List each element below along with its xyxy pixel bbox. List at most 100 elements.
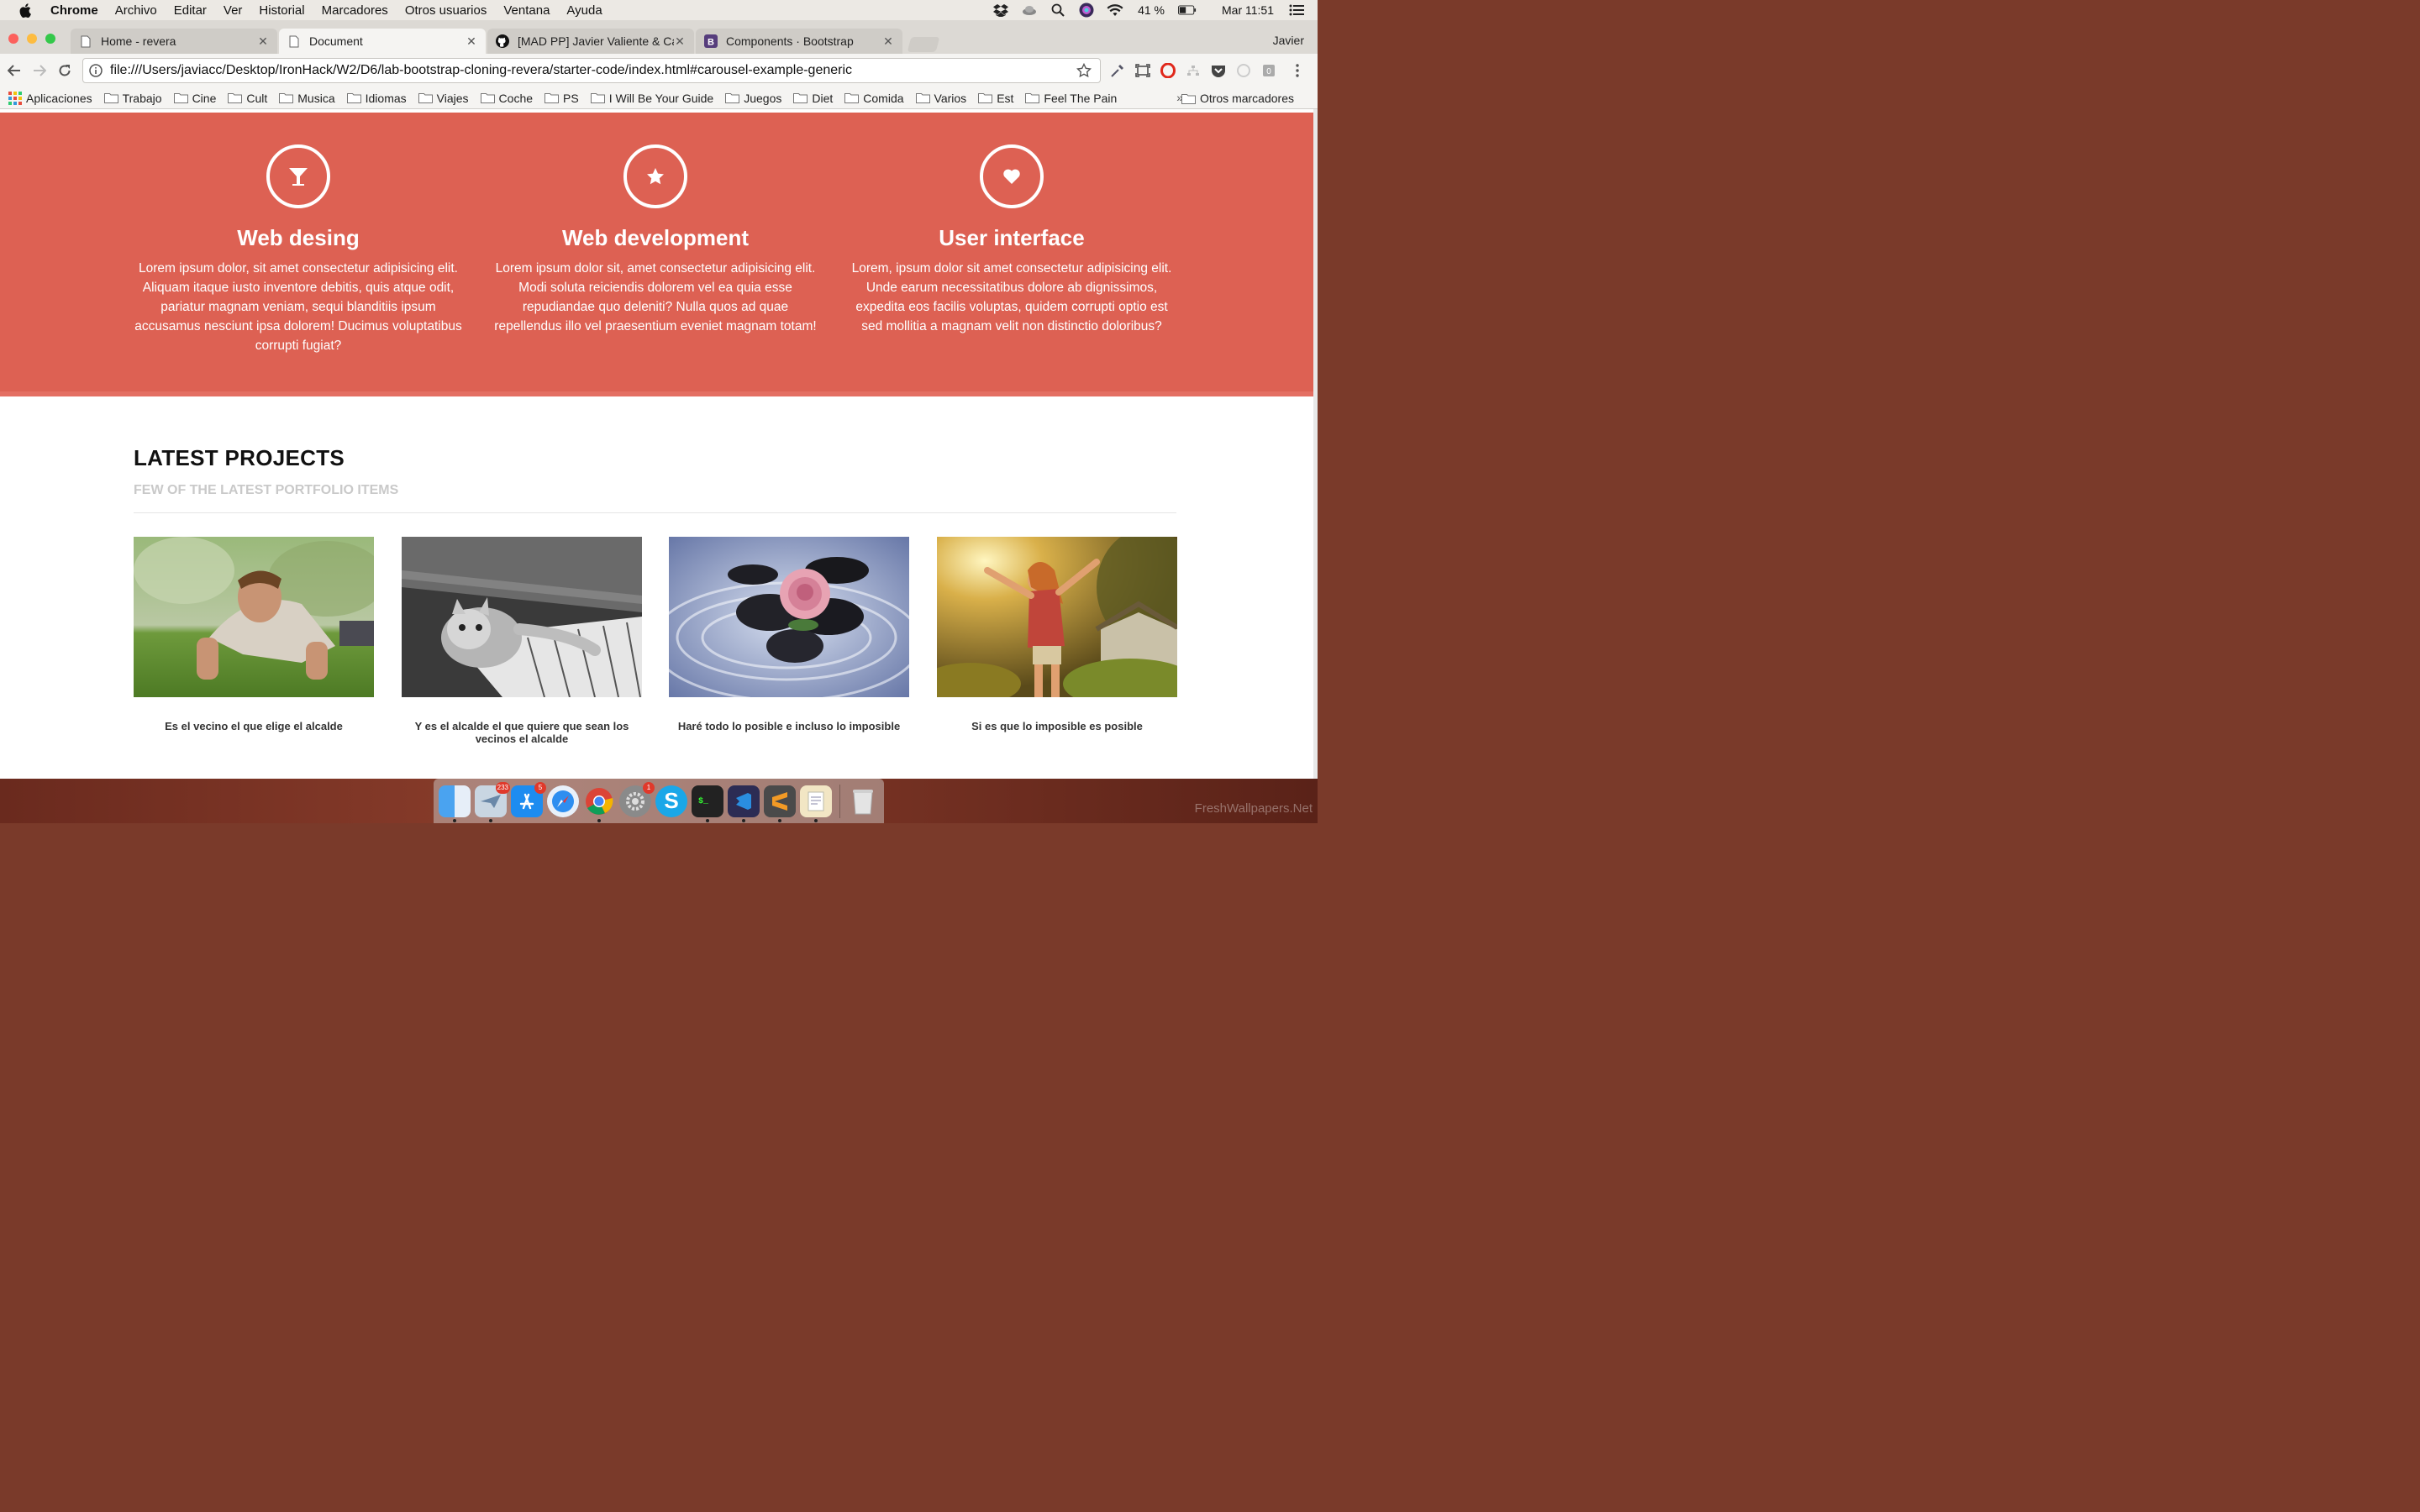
bookmark-label: Coche [498, 91, 534, 105]
project-card[interactable]: Y es el alcalde el que quiere que sean l… [402, 537, 642, 745]
menu-ayuda[interactable]: Ayuda [566, 3, 602, 18]
sitemap-extension-icon[interactable] [1183, 60, 1203, 81]
maximize-window-button[interactable] [45, 34, 55, 44]
finder-icon[interactable] [439, 785, 471, 822]
tab-document[interactable]: Document ✕ [279, 29, 486, 54]
bookmark-folder-musica[interactable]: Musica [279, 92, 335, 105]
section-divider [134, 512, 1176, 513]
battery-icon[interactable] [1178, 1, 1197, 19]
hat-icon[interactable] [1020, 1, 1039, 19]
bookmark-folder-ps[interactable]: PS [544, 92, 579, 105]
project-image-kitten-piano[interactable] [402, 537, 642, 697]
reload-button[interactable] [52, 58, 77, 83]
bookmark-folder-trabajo[interactable]: Trabajo [103, 92, 162, 105]
project-caption: Haré todo lo posible e incluso lo imposi… [677, 720, 901, 732]
bookmark-other-bookmarks[interactable]: Otros marcadores [1181, 87, 1294, 109]
menu-archivo[interactable]: Archivo [115, 3, 157, 18]
folder-icon [1181, 93, 1196, 104]
bookmark-folder-feel-the-pain[interactable]: Feel The Pain [1025, 92, 1117, 105]
bookmark-apps[interactable]: Aplicaciones [8, 91, 92, 105]
project-card[interactable]: Es el vecino el que elige el alcalde [134, 537, 374, 732]
menu-ver[interactable]: Ver [224, 3, 243, 18]
bookmark-folder-cult[interactable]: Cult [228, 92, 267, 105]
bookmark-star-icon[interactable] [1075, 61, 1093, 80]
bookmark-folder-viajes[interactable]: Viajes [418, 92, 469, 105]
bookmarks-bar: Aplicaciones Trabajo Cine Cult Musica Id… [0, 87, 1318, 109]
forward-button[interactable] [27, 58, 52, 83]
notification-center-icon[interactable] [1287, 1, 1306, 19]
apple-icon[interactable] [17, 2, 34, 18]
section-subtitle: FEW OF THE LATEST PORTFOLIO ITEMS [134, 483, 399, 497]
bookmark-folder-cine[interactable]: Cine [173, 92, 216, 105]
info-icon[interactable] [88, 63, 103, 78]
page-scrollbar[interactable] [1313, 109, 1318, 779]
terminal-icon[interactable]: $_ [692, 785, 723, 822]
close-tab-icon[interactable]: ✕ [466, 34, 477, 49]
mac-menubar: Chrome Archivo Editar Ver Historial Marc… [0, 0, 1318, 20]
safari-icon[interactable] [547, 785, 579, 817]
bookmark-folder-guide[interactable]: I Will Be Your Guide [590, 92, 713, 105]
tab-home-revera[interactable]: Home - revera ✕ [71, 29, 277, 54]
bookmark-folder-diet[interactable]: Diet [793, 92, 833, 105]
eyedropper-extension-icon[interactable] [1107, 60, 1128, 81]
pocket-extension-icon[interactable] [1208, 60, 1228, 81]
bookmark-folder-varios[interactable]: Varios [915, 92, 966, 105]
profile-name[interactable]: Javier [1273, 34, 1304, 47]
minimize-window-button[interactable] [27, 34, 37, 44]
json-extension-icon[interactable]: 0 [1259, 60, 1279, 81]
dropbox-icon[interactable] [992, 1, 1010, 19]
tab-github[interactable]: [MAD PP] Javier Valiente & Ca ✕ [487, 29, 694, 54]
project-image-pushup[interactable] [134, 537, 374, 697]
bookmark-folder-est[interactable]: Est [978, 92, 1013, 105]
bookmark-label: Feel The Pain [1044, 91, 1118, 105]
tab-bootstrap[interactable]: B Components · Bootstrap ✕ [696, 29, 902, 54]
close-tab-icon[interactable]: ✕ [882, 34, 894, 49]
project-image-rose-stones[interactable] [669, 537, 909, 697]
back-button[interactable] [2, 58, 27, 83]
project-image-woman-sunset[interactable] [937, 537, 1177, 697]
chrome-menu-icon[interactable] [1287, 60, 1307, 81]
mail-icon[interactable]: 233 [475, 781, 510, 822]
project-card[interactable]: Si es que lo imposible es posible [937, 537, 1177, 732]
menu-editar[interactable]: Editar [174, 3, 207, 18]
bookmark-folder-coche[interactable]: Coche [480, 91, 534, 105]
close-window-button[interactable] [8, 34, 18, 44]
menu-historial[interactable]: Historial [259, 3, 304, 18]
sync-extension-icon[interactable] [1234, 60, 1254, 81]
dock-separator [839, 784, 840, 818]
text-editor-icon[interactable] [800, 785, 832, 822]
bookmark-folder-juegos[interactable]: Juegos [725, 92, 781, 105]
folder-icon [418, 92, 433, 103]
latest-projects-header: LATEST PROJECTS FEW OF THE LATEST PORTFO… [134, 445, 1176, 498]
bookmark-folder-idiomas[interactable]: Idiomas [346, 91, 407, 105]
close-tab-icon[interactable]: ✕ [674, 34, 686, 49]
wifi-icon[interactable] [1106, 1, 1124, 19]
document-icon [287, 34, 301, 48]
bookmark-folder-comida[interactable]: Comida [844, 92, 904, 105]
close-tab-icon[interactable]: ✕ [257, 34, 269, 49]
siri-icon[interactable] [1077, 1, 1096, 19]
menubar-clock[interactable]: Mar 11:51 [1222, 3, 1274, 17]
vscode-icon[interactable] [728, 785, 760, 822]
app-store-icon[interactable]: 5 [511, 781, 546, 817]
new-tab-button[interactable] [907, 37, 940, 52]
project-card[interactable]: Haré todo lo posible e incluso lo imposi… [669, 537, 909, 732]
sublime-text-icon[interactable] [764, 785, 796, 822]
folder-icon [844, 92, 860, 103]
heart-icon [980, 144, 1044, 208]
opera-extension-icon[interactable] [1158, 60, 1178, 81]
screenshot-extension-icon[interactable] [1133, 60, 1153, 81]
bookmark-label: Idiomas [365, 91, 407, 105]
menu-marcadores[interactable]: Marcadores [322, 3, 388, 18]
address-bar[interactable]: file:///Users/javiacc/Desktop/IronHack/W… [82, 58, 1101, 83]
spotlight-search-icon[interactable] [1049, 1, 1067, 19]
url-text[interactable]: file:///Users/javiacc/Desktop/IronHack/W… [110, 63, 1075, 78]
chrome-icon[interactable] [583, 785, 615, 822]
skype-icon[interactable]: S [655, 785, 687, 817]
system-preferences-icon[interactable]: 1 [619, 781, 655, 817]
mail-badge: 233 [495, 781, 510, 794]
menu-ventana[interactable]: Ventana [503, 3, 550, 18]
menu-otros-usuarios[interactable]: Otros usuarios [405, 3, 487, 18]
trash-icon[interactable] [847, 785, 879, 817]
menu-app-name[interactable]: Chrome [50, 3, 98, 18]
